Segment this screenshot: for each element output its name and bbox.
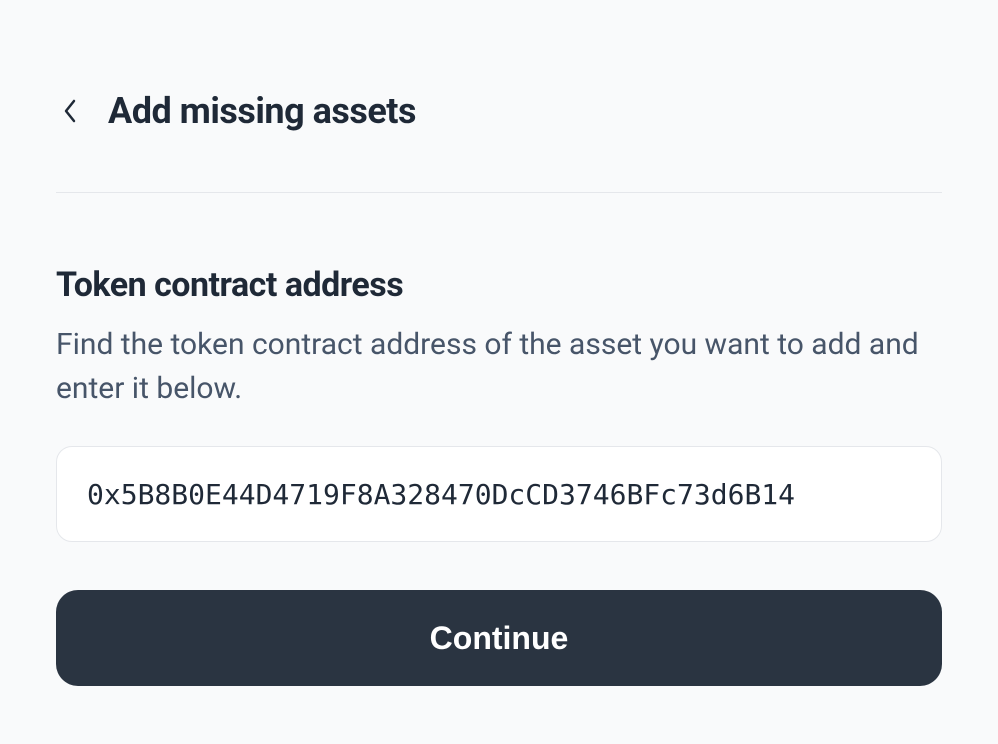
page-header: Add missing assets <box>56 90 942 193</box>
contract-address-input[interactable] <box>56 446 942 542</box>
section-description: Find the token contract address of the a… <box>56 323 942 410</box>
page-title: Add missing assets <box>108 90 416 132</box>
section-title: Token contract address <box>56 265 942 305</box>
continue-button[interactable]: Continue <box>56 590 942 686</box>
chevron-left-icon <box>63 99 77 123</box>
back-button[interactable] <box>56 97 84 125</box>
